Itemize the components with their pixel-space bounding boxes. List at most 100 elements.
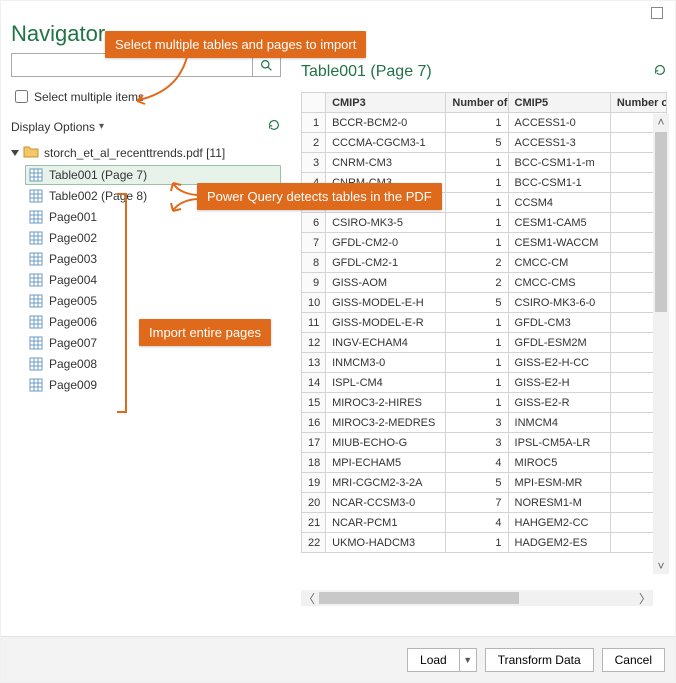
cell: 20 <box>302 493 326 513</box>
tree-item-page[interactable]: Page003 <box>25 249 281 269</box>
page-bracket <box>117 193 127 413</box>
cell: 9 <box>302 273 326 293</box>
scroll-left-icon[interactable]: 〈 <box>301 590 317 606</box>
column-header[interactable]: CMIP3 <box>326 93 446 113</box>
horizontal-scrollbar[interactable]: 〈 〉 <box>301 590 653 606</box>
load-dropdown-button[interactable]: ▼ <box>459 648 477 672</box>
cell: 7 <box>446 493 508 513</box>
vertical-scrollbar[interactable]: ˄ ˅ <box>653 114 669 574</box>
column-header[interactable]: CMIP5 <box>508 93 610 113</box>
tree-root[interactable]: storch_et_al_recenttrends.pdf [11] <box>11 141 281 164</box>
tree-item-label: Page008 <box>49 357 97 371</box>
cancel-button[interactable]: Cancel <box>602 648 665 672</box>
page-icon <box>29 210 43 224</box>
cell: BCCR-BCM2-0 <box>326 113 446 133</box>
data-grid[interactable]: CMIP3Number ofCMIP5Number o 1BCCR-BCM2-0… <box>301 92 667 553</box>
cell: INMCM4 <box>508 413 610 433</box>
table-row[interactable]: 11GISS-MODEL-E-R1GFDL-CM3 <box>302 313 667 333</box>
tree-item-label: Page007 <box>49 336 97 350</box>
cell: 1 <box>446 213 508 233</box>
tree-item-page[interactable]: Page009 <box>25 375 281 395</box>
cell: 15 <box>302 393 326 413</box>
tree-item-page[interactable]: Page008 <box>25 354 281 374</box>
callout-bottom: Import entire pages <box>139 319 271 346</box>
table-row[interactable]: 10GISS-MODEL-E-H5CSIRO-MK3-6-0 <box>302 293 667 313</box>
table-row[interactable]: 22UKMO-HADCM31HADGEM2-ES <box>302 533 667 553</box>
tree-item-page[interactable]: Page005 <box>25 291 281 311</box>
cell: 3 <box>446 413 508 433</box>
cell: UKMO-HADCM3 <box>326 533 446 553</box>
chevron-down-icon: ▼ <box>463 655 472 665</box>
cell: 21 <box>302 513 326 533</box>
column-header[interactable]: Number o <box>610 93 666 113</box>
cell: MPI-ECHAM5 <box>326 453 446 473</box>
cell: 1 <box>446 353 508 373</box>
table-row[interactable]: 8GFDL-CM2-12CMCC-CM <box>302 253 667 273</box>
cell: CMCC-CMS <box>508 273 610 293</box>
tree: storch_et_al_recenttrends.pdf [11] Table… <box>11 141 281 395</box>
table-row[interactable]: 7GFDL-CM2-01CESM1-WACCM <box>302 233 667 253</box>
cell: 12 <box>302 333 326 353</box>
preview-refresh-icon[interactable] <box>653 63 667 82</box>
table-row[interactable]: 12INGV-ECHAM41GFDL-ESM2M <box>302 333 667 353</box>
scroll-up-icon[interactable]: ˄ <box>653 114 669 130</box>
table-row[interactable]: 19MRI-CGCM2-3-2A5MPI-ESM-MR <box>302 473 667 493</box>
table-row[interactable]: 13INMCM3-01GISS-E2-H-CC <box>302 353 667 373</box>
tree-item-page[interactable]: Page002 <box>25 228 281 248</box>
tree-item-label: Page001 <box>49 210 97 224</box>
cell: GISS-MODEL-E-R <box>326 313 446 333</box>
table-row[interactable]: 3CNRM-CM31BCC-CSM1-1-m <box>302 153 667 173</box>
cell: 3 <box>302 153 326 173</box>
page-icon <box>29 336 43 350</box>
cell: 5 <box>446 293 508 313</box>
cell: INGV-ECHAM4 <box>326 333 446 353</box>
preview-title: Table001 (Page 7) <box>301 63 432 82</box>
table-row[interactable]: 14ISPL-CM41GISS-E2-H <box>302 373 667 393</box>
scroll-thumb[interactable] <box>655 132 667 312</box>
cell: GISS-AOM <box>326 273 446 293</box>
cell: CSIRO-MK3-6-0 <box>508 293 610 313</box>
refresh-icon[interactable] <box>267 118 281 135</box>
table-row[interactable]: 17MIUB-ECHO-G3IPSL-CM5A-LR <box>302 433 667 453</box>
table-row[interactable]: 6CSIRO-MK3-51CESM1-CAM5 <box>302 213 667 233</box>
cell: 1 <box>446 233 508 253</box>
load-split-button[interactable]: Load ▼ <box>407 648 477 672</box>
cell: HAHGEM2-CC <box>508 513 610 533</box>
cell: MIROC5 <box>508 453 610 473</box>
transform-data-button[interactable]: Transform Data <box>485 648 594 672</box>
table-row[interactable]: 1BCCR-BCM2-01ACCESS1-0 <box>302 113 667 133</box>
tree-item-page[interactable]: Page001 <box>25 207 281 227</box>
column-header[interactable] <box>302 93 326 113</box>
tree-item-table[interactable]: Table001 (Page 7) <box>25 165 281 185</box>
cell: 1 <box>446 393 508 413</box>
cell: GISS-E2-H <box>508 373 610 393</box>
table-row[interactable]: 20NCAR-CCSM3-07NORESM1-M <box>302 493 667 513</box>
scroll-thumb-h[interactable] <box>319 592 519 604</box>
cell: 2 <box>446 273 508 293</box>
cell: IPSL-CM5A-LR <box>508 433 610 453</box>
cell: CESM1-CAM5 <box>508 213 610 233</box>
tree-item-page[interactable]: Page004 <box>25 270 281 290</box>
cell: MIROC3-2-HIRES <box>326 393 446 413</box>
table-row[interactable]: 2CCCMA-CGCM3-15ACCESS1-3 <box>302 133 667 153</box>
cell: MPI-ESM-MR <box>508 473 610 493</box>
load-button[interactable]: Load <box>407 648 459 672</box>
cell: BCC-CSM1-1 <box>508 173 610 193</box>
cell: NCAR-PCM1 <box>326 513 446 533</box>
scroll-down-icon[interactable]: ˅ <box>653 558 669 574</box>
display-options-dropdown[interactable]: Display Options ▾ <box>11 120 104 134</box>
scroll-right-icon[interactable]: 〉 <box>637 590 653 606</box>
table-row[interactable]: 18MPI-ECHAM54MIROC5 <box>302 453 667 473</box>
window-restore-icon[interactable] <box>651 7 663 19</box>
table-row[interactable]: 21NCAR-PCM14HAHGEM2-CC <box>302 513 667 533</box>
table-row[interactable]: 9GISS-AOM2CMCC-CMS <box>302 273 667 293</box>
cell: 4 <box>446 513 508 533</box>
cell: 13 <box>302 353 326 373</box>
cell: CCCMA-CGCM3-1 <box>326 133 446 153</box>
column-header[interactable]: Number of <box>446 93 508 113</box>
select-multiple-input[interactable] <box>15 90 28 103</box>
table-row[interactable]: 15MIROC3-2-HIRES1GISS-E2-R <box>302 393 667 413</box>
cell: GFDL-CM2-0 <box>326 233 446 253</box>
table-row[interactable]: 16MIROC3-2-MEDRES3INMCM4 <box>302 413 667 433</box>
display-options-label: Display Options <box>11 120 95 134</box>
